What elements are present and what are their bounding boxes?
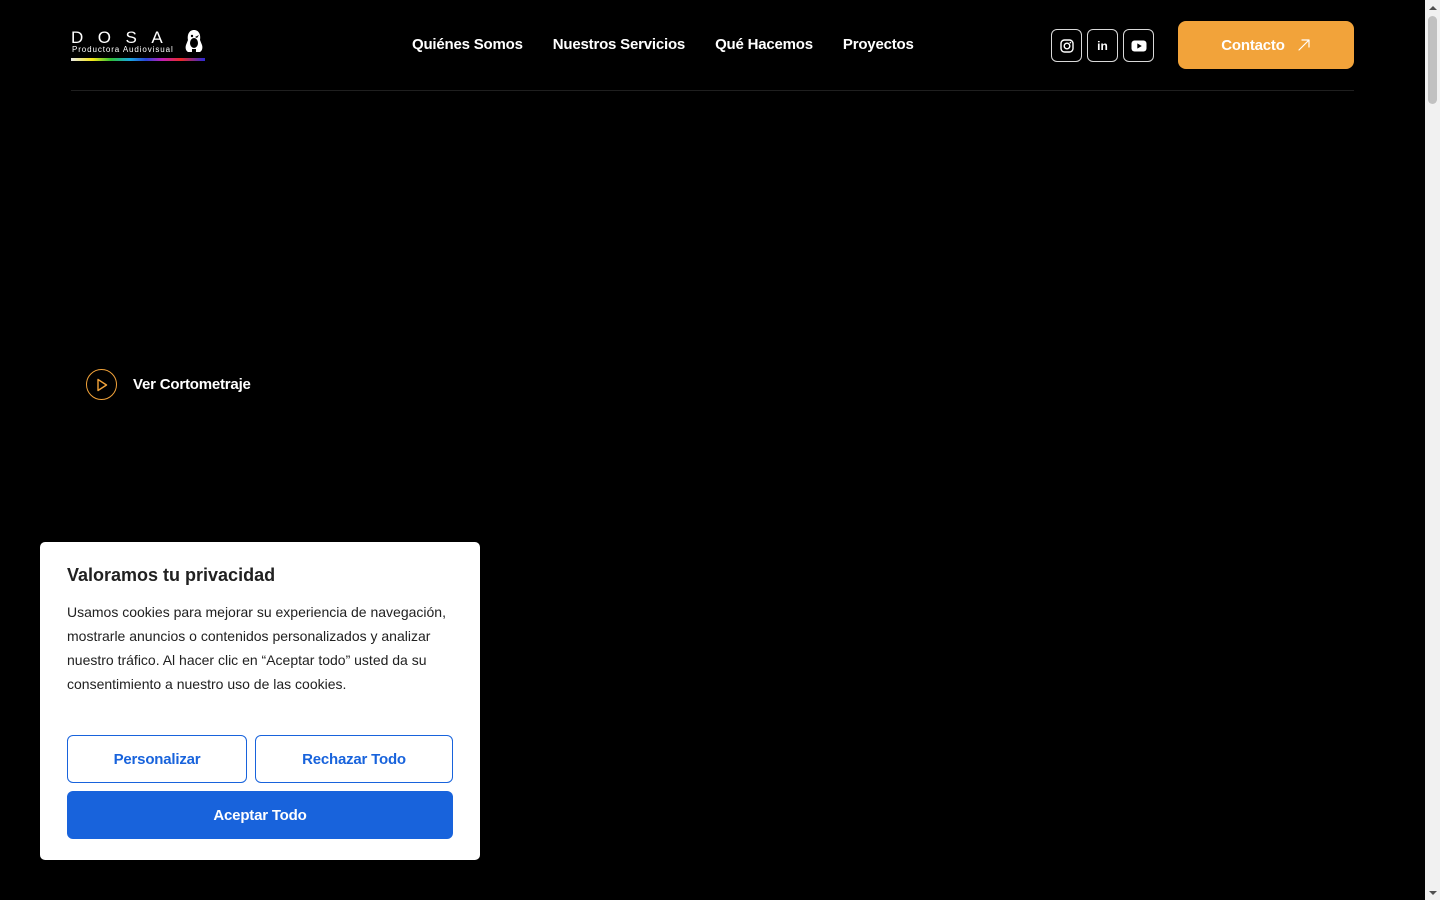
social-links: in [1051,29,1154,62]
contact-button[interactable]: Contacto [1178,21,1354,69]
linkedin-icon: in [1097,38,1108,53]
page-scrollbar[interactable] [1425,0,1440,900]
reject-all-cookies-button[interactable]: Rechazar Todo [255,735,453,783]
nav-item-quienes-somos[interactable]: Quiénes Somos [412,33,523,57]
play-button[interactable] [86,369,117,400]
cookie-consent-dialog: Valoramos tu privacidad Usamos cookies p… [40,542,480,860]
accept-all-cookies-button[interactable]: Aceptar Todo [67,791,453,839]
linkedin-button[interactable]: in [1087,29,1118,62]
cookie-title: Valoramos tu privacidad [67,565,276,585]
nav-item-que-hacemos[interactable]: Qué Hacemos [715,33,813,57]
youtube-icon [1131,40,1146,51]
cookie-description: Usamos cookies para mejorar su experienc… [67,604,446,692]
cookie-secondary-actions: Personalizar Rechazar Todo [67,735,453,783]
watch-short-film-link[interactable]: Ver Cortometraje [86,369,251,400]
site-header: DOSA Productora Audiovisual Quiénes Somo… [71,0,1354,91]
customize-cookies-button[interactable]: Personalizar [67,735,247,783]
watch-short-film-label: Ver Cortometraje [133,376,251,393]
triangle-up-icon [1428,5,1437,10]
logo-mascot-icon [185,30,203,52]
main-nav: Quiénes Somos Nuestros Servicios Qué Hac… [412,33,914,57]
arrow-up-right-icon [1298,39,1310,51]
youtube-button[interactable] [1123,29,1154,62]
instagram-icon [1059,38,1074,53]
triangle-down-icon [1428,890,1437,895]
scroll-up-arrow[interactable] [1425,0,1440,15]
dosa-logo[interactable]: DOSA Productora Audiovisual [71,28,205,62]
logo-tagline: Productora Audiovisual [72,45,174,54]
instagram-button[interactable] [1051,29,1082,62]
logo-rainbow-bar [71,58,205,61]
scroll-down-arrow[interactable] [1425,885,1440,900]
scrollbar-thumb[interactable] [1428,16,1437,104]
play-icon [96,378,107,391]
nav-item-proyectos[interactable]: Proyectos [843,33,914,57]
nav-item-nuestros-servicios[interactable]: Nuestros Servicios [553,33,685,57]
contact-button-label: Contacto [1221,36,1285,54]
